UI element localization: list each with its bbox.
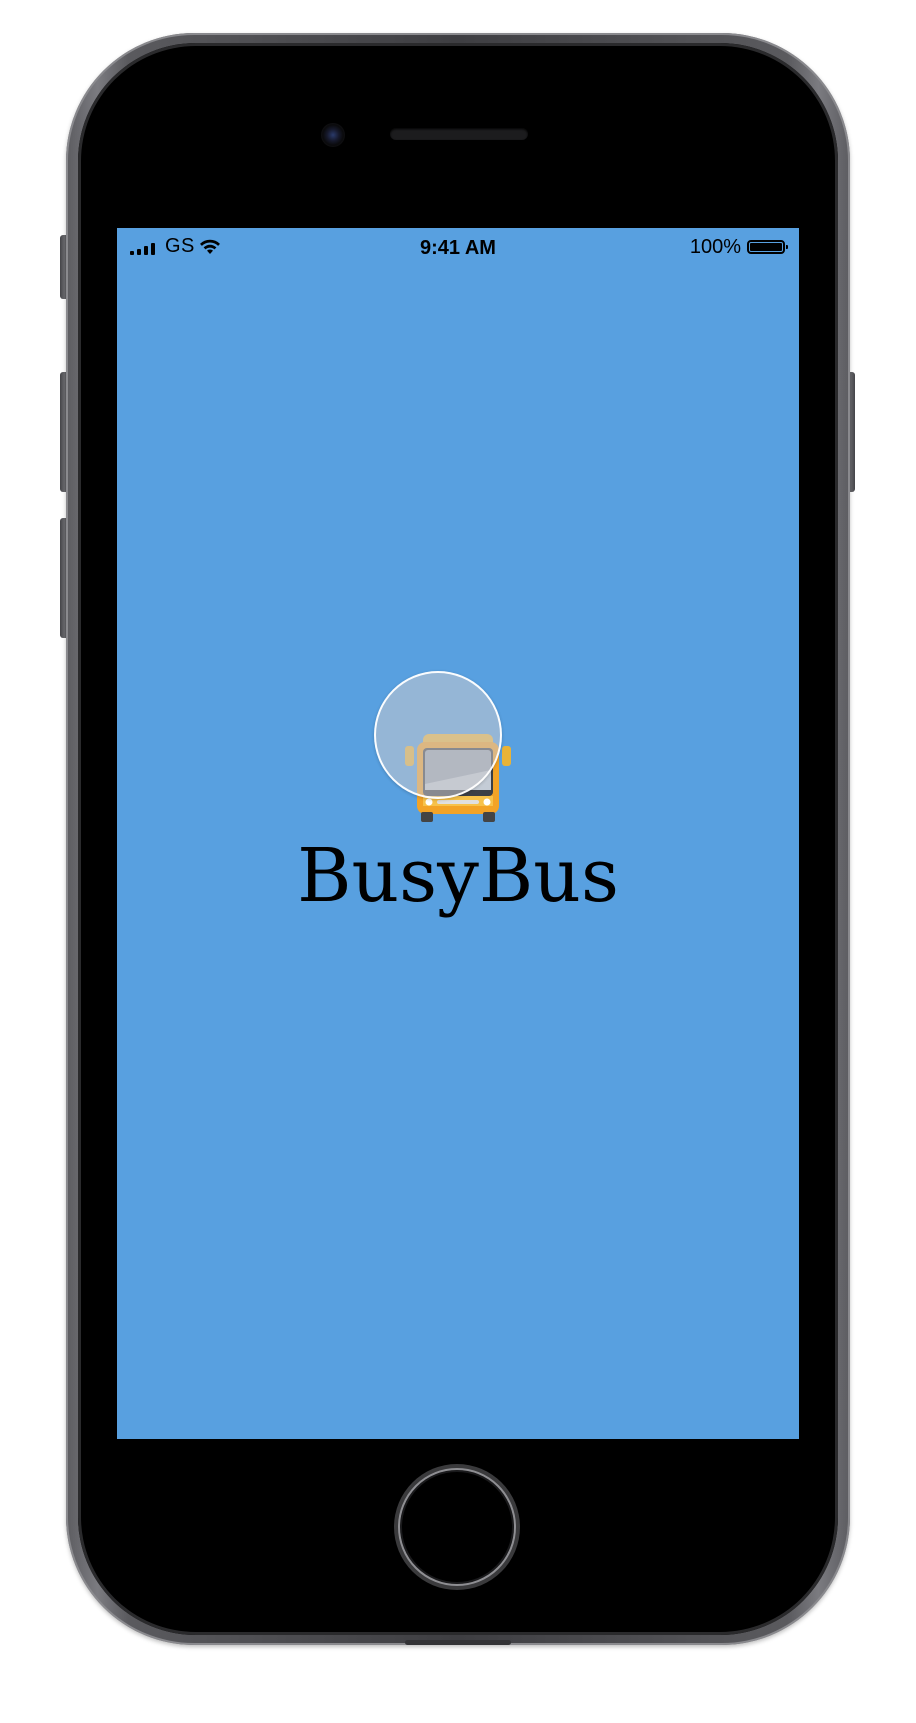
- earpiece-speaker: [390, 128, 528, 140]
- app-title: BusyBus: [297, 833, 619, 919]
- status-bar: GS 9:41 AM 100%: [117, 228, 799, 268]
- lightning-port-edge: [405, 1640, 511, 1645]
- home-button[interactable]: [398, 1468, 516, 1586]
- battery-icon: [747, 240, 788, 254]
- device-mockup: GS 9:41 AM 100% BusyBus: [0, 0, 916, 1723]
- front-camera: [321, 123, 345, 147]
- app-screen: GS 9:41 AM 100% BusyBus: [117, 228, 799, 1439]
- touch-indicator: [374, 671, 502, 799]
- battery-percent: 100%: [689, 236, 741, 258]
